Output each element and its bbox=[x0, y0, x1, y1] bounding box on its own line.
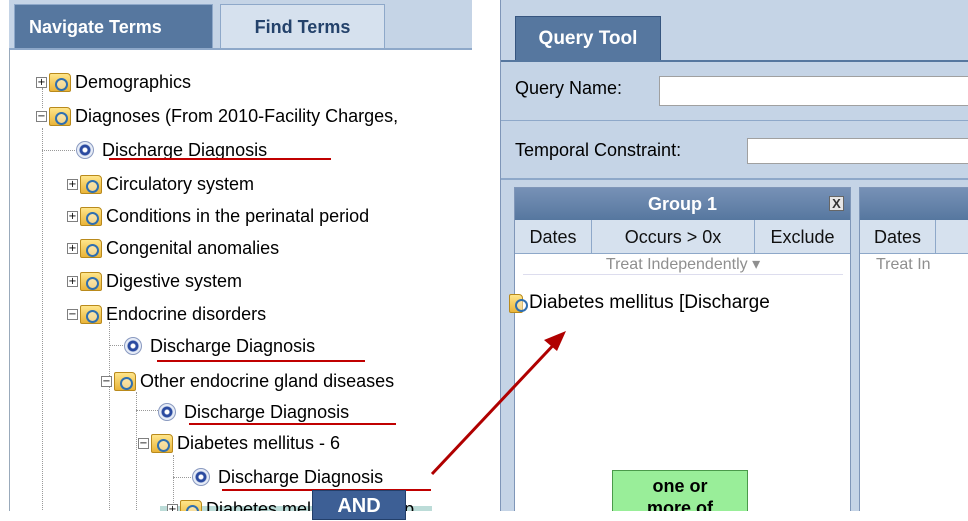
close-icon[interactable]: X bbox=[829, 196, 844, 211]
tree-node-perinatal[interactable]: + Conditions in the perinatal period bbox=[67, 201, 369, 231]
folder-icon bbox=[49, 72, 71, 92]
query-tool-panel: Query Tool Query Name: Temporal Constrai… bbox=[500, 0, 968, 511]
tree-node-label: Diabetes mellitus - 6 bbox=[177, 432, 341, 453]
temporal-constraint-label: Temporal Constraint: bbox=[515, 140, 682, 160]
tree-node-circulatory-system[interactable]: + Circulatory system bbox=[67, 169, 254, 199]
tree-node-congenital-anomalies[interactable]: + Congenital anomalies bbox=[67, 233, 279, 263]
tree-node-other-endocrine[interactable]: − Other endocrine gland diseases bbox=[101, 366, 394, 396]
divider bbox=[501, 178, 968, 180]
folder-icon bbox=[80, 304, 102, 324]
tab-query-tool[interactable]: Query Tool bbox=[515, 16, 661, 60]
concept-label: Diabetes mellitus [Discharge bbox=[529, 292, 770, 313]
expand-icon[interactable]: + bbox=[67, 242, 78, 254]
tree-leaf-discharge-diagnosis-selected[interactable]: Discharge Diagnosis bbox=[192, 462, 383, 492]
occurs-button[interactable]: Occurs > 0x bbox=[592, 220, 755, 254]
query-name-label: Query Name: bbox=[515, 78, 623, 98]
tree-node-diabetes-mellitus[interactable]: − Diabetes mellitus - 6 bbox=[138, 428, 340, 458]
tree-node-label: Diagnoses (From 2010-Facility Charges, bbox=[75, 105, 399, 126]
one-or-more-of-badge: one or more of bbox=[612, 470, 748, 511]
divider bbox=[501, 120, 968, 121]
folder-icon bbox=[180, 499, 202, 511]
folder-icon bbox=[80, 206, 102, 226]
folder-icon bbox=[80, 174, 102, 194]
expand-icon[interactable]: + bbox=[67, 210, 78, 222]
collapse-icon[interactable]: − bbox=[138, 437, 149, 449]
folder-icon bbox=[80, 238, 102, 258]
tree-node-label: Circulatory system bbox=[106, 173, 255, 194]
collapse-icon[interactable]: − bbox=[36, 110, 47, 122]
treat-independently-dropdown[interactable]: Treat In bbox=[868, 255, 968, 275]
expand-icon[interactable]: + bbox=[67, 178, 78, 190]
tab-underline bbox=[501, 60, 968, 62]
term-leaf-icon bbox=[76, 141, 94, 159]
tree-node-label: Congenital anomalies bbox=[106, 237, 280, 258]
group-title-text: Group 1 bbox=[647, 194, 717, 214]
temporal-constraint-select[interactable] bbox=[747, 138, 968, 164]
one-or-more-line: more of bbox=[646, 498, 713, 511]
tree-node-diagnoses[interactable]: − Diagnoses (From 2010-Facility Charges, bbox=[36, 101, 398, 131]
query-group-2[interactable]: Dates Treat In bbox=[859, 187, 968, 511]
red-underline bbox=[109, 158, 331, 160]
tree-node-label: Endocrine disorders bbox=[106, 303, 267, 324]
term-leaf-icon bbox=[124, 337, 142, 355]
group-concept-item[interactable]: Diabetes mellitus [Discharge bbox=[509, 292, 770, 314]
tree-node-label: Discharge Diagnosis bbox=[218, 466, 384, 487]
folder-icon bbox=[114, 371, 136, 391]
tree-connector bbox=[42, 128, 43, 511]
tab-navigate-terms[interactable]: Navigate Terms bbox=[14, 4, 213, 48]
tree-node-label: Other endocrine gland diseases bbox=[140, 370, 395, 391]
query-name-input[interactable] bbox=[659, 76, 968, 106]
collapse-icon[interactable]: − bbox=[67, 308, 78, 320]
tree-leaf-discharge-diagnosis[interactable]: Discharge Diagnosis bbox=[76, 135, 267, 165]
tree-connector bbox=[136, 410, 158, 411]
tree-node-label: Discharge Diagnosis bbox=[150, 335, 316, 356]
exclude-button[interactable]: Exclude bbox=[755, 220, 850, 254]
tree-node-label: Demographics bbox=[75, 71, 192, 92]
tree-node-demographics[interactable]: + Demographics bbox=[36, 67, 191, 97]
tree-node-label: Discharge Diagnosis bbox=[184, 401, 350, 422]
red-underline bbox=[189, 423, 396, 425]
group-toolbar: Dates bbox=[860, 220, 968, 254]
folder-icon bbox=[151, 433, 173, 453]
left-tab-bar: Navigate Terms Find Terms bbox=[9, 0, 472, 50]
expand-icon[interactable]: + bbox=[67, 275, 78, 287]
treat-independently-dropdown[interactable]: Treat Independently ▾ bbox=[523, 255, 843, 275]
folder-icon bbox=[509, 293, 528, 313]
expand-icon[interactable]: + bbox=[36, 76, 47, 88]
navigate-terms-panel: Navigate Terms Find Terms + Demographics… bbox=[9, 0, 472, 511]
collapse-icon[interactable]: − bbox=[101, 375, 112, 387]
and-operator-button[interactable]: AND bbox=[312, 490, 406, 520]
tree-node-digestive-system[interactable]: + Digestive system bbox=[67, 266, 242, 296]
expand-icon[interactable]: + bbox=[167, 503, 178, 511]
tree-connector bbox=[42, 150, 77, 151]
group-title: Group 1 X bbox=[515, 188, 850, 220]
dates-button[interactable]: Dates bbox=[860, 220, 936, 254]
dates-button[interactable]: Dates bbox=[515, 220, 592, 254]
folder-icon bbox=[80, 271, 102, 291]
folder-icon bbox=[49, 106, 71, 126]
tab-find-terms[interactable]: Find Terms bbox=[220, 4, 385, 48]
tree-node-endocrine-disorders[interactable]: − Endocrine disorders bbox=[67, 299, 266, 329]
term-leaf-icon bbox=[158, 403, 176, 421]
query-group-1[interactable]: Group 1 X Dates Occurs > 0x Exclude Trea… bbox=[509, 187, 851, 511]
red-underline bbox=[157, 360, 365, 362]
one-or-more-line: one or bbox=[652, 476, 708, 496]
tree-node-label: Conditions in the perinatal period bbox=[106, 205, 370, 226]
tree-connector bbox=[109, 322, 110, 511]
tree-node-label: Digestive system bbox=[106, 270, 243, 291]
group-toolbar: Dates Occurs > 0x Exclude bbox=[515, 220, 850, 254]
group-title bbox=[860, 188, 968, 220]
term-leaf-icon bbox=[192, 468, 210, 486]
tree-leaf-discharge-diagnosis[interactable]: Discharge Diagnosis bbox=[124, 331, 315, 361]
